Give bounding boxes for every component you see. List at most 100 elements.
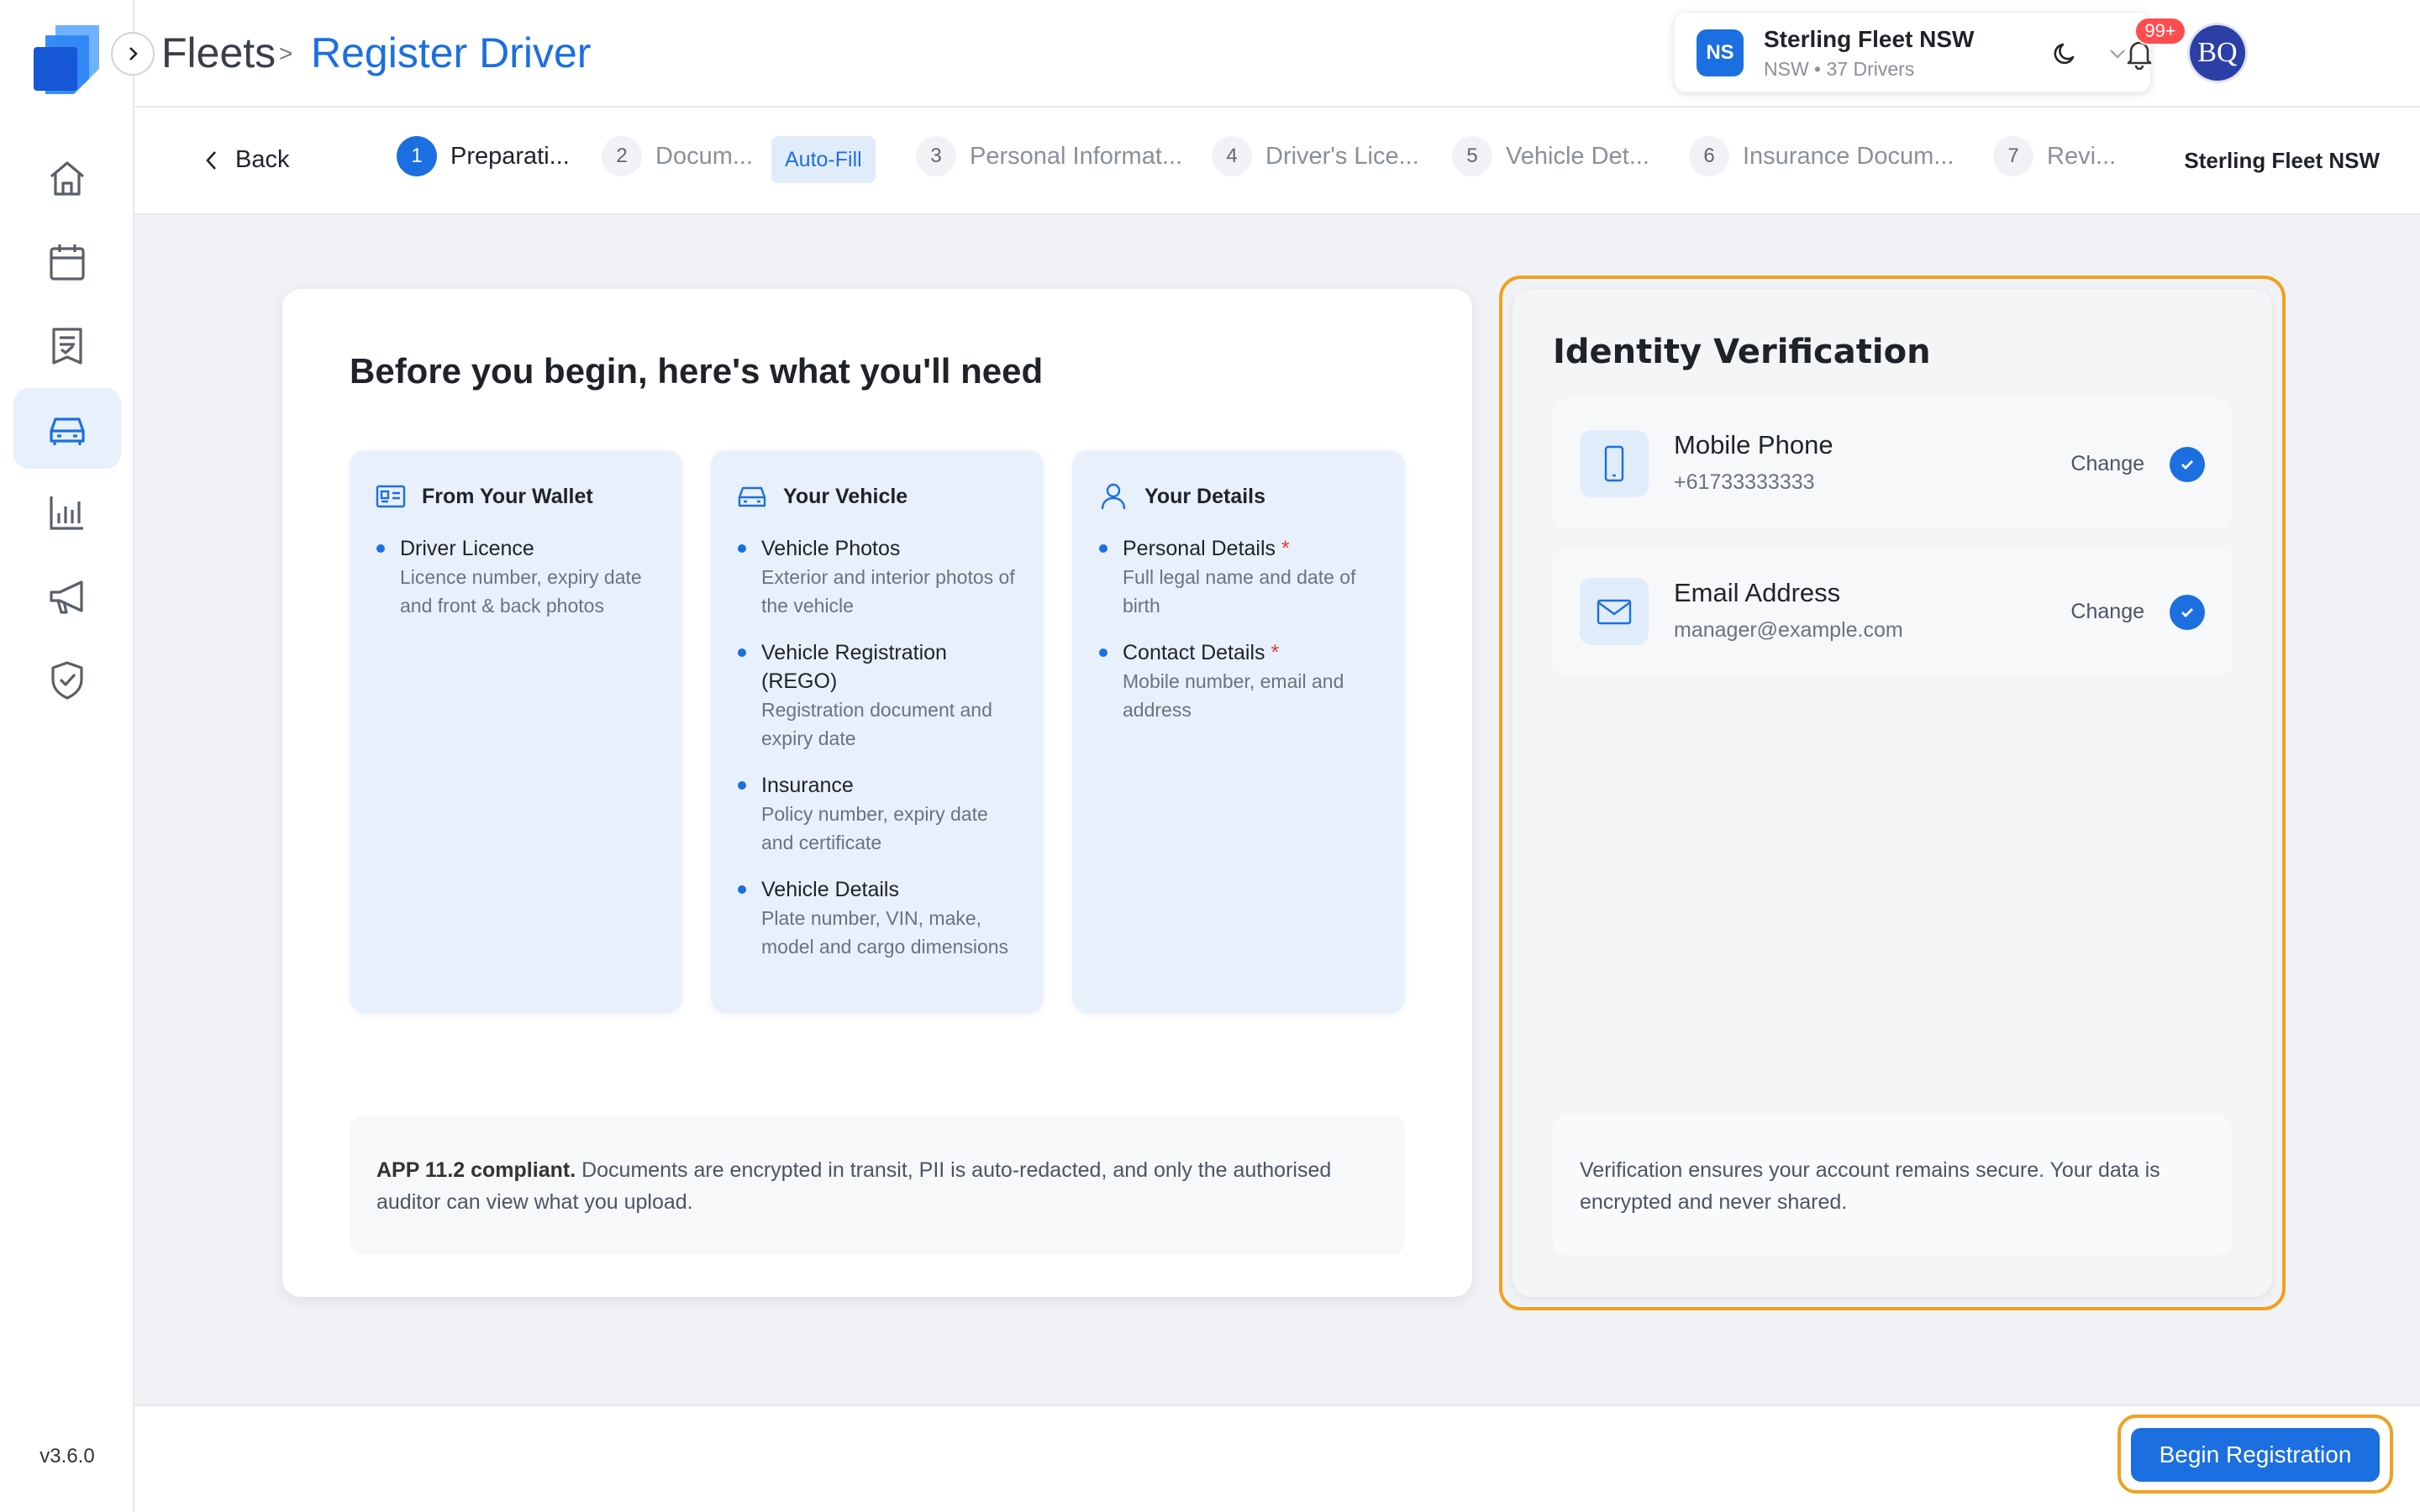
check-icon (2170, 595, 2205, 630)
org-name: Sterling Fleet NSW (1764, 26, 1975, 52)
list-item: Vehicle Details Plate number, VIN, make,… (736, 875, 1018, 961)
requirements-details: Your Details Personal Details * Full leg… (1072, 450, 1405, 1013)
nav-home[interactable] (13, 138, 121, 218)
footer-bar (134, 1404, 2420, 1512)
column-heading-label: From Your Wallet (422, 484, 593, 508)
item-title: Vehicle Photos (761, 537, 901, 560)
theme-toggle-button[interactable] (2044, 32, 2087, 76)
item-description: Exterior and interior photos of the vehi… (761, 566, 1015, 617)
step-number: 4 (1212, 136, 1252, 176)
notifications-badge: 99+ (2134, 17, 2186, 45)
item-title: Vehicle Details (761, 878, 899, 901)
step-label: Docum... (655, 142, 754, 170)
step-documents[interactable]: 2 Docum... (602, 136, 753, 176)
phone-icon (1604, 445, 1624, 482)
verify-label: Email Address (1674, 578, 1841, 607)
item-description: Plate number, VIN, make, model and cargo… (761, 907, 1009, 958)
step-vehicle-details[interactable]: 5 Vehicle Det... (1452, 136, 1649, 176)
compliance-bold: APP 11.2 compliant. (376, 1158, 576, 1182)
breadcrumb-fleets[interactable]: Fleets (161, 29, 276, 77)
verify-value: +61733333333 (1674, 470, 1815, 494)
step-number: 3 (916, 136, 956, 176)
step-label: Revi... (2047, 142, 2117, 170)
autofill-button[interactable]: Auto-Fill (771, 136, 876, 183)
item-title: Insurance (761, 774, 854, 797)
nav-calendar[interactable] (13, 222, 121, 302)
step-label: Vehicle Det... (1506, 142, 1649, 170)
step-personal-information[interactable]: 3 Personal Informat... (916, 136, 1182, 176)
chevron-right-icon (129, 47, 138, 60)
identity-verification-card: Identity Verification Mobile Phone +6173… (1512, 289, 2272, 1297)
required-marker: * (1270, 641, 1280, 664)
step-label: Insurance Docum... (1743, 142, 1954, 170)
security-note: Verification ensures your account remain… (1553, 1116, 2232, 1255)
user-icon (1101, 483, 1126, 510)
item-title: Contact Details (1123, 641, 1265, 664)
step-label: Personal Informat... (970, 142, 1183, 170)
item-title: Driver Licence (400, 537, 534, 560)
list-item: Vehicle Photos Exterior and interior pho… (736, 534, 1018, 620)
verify-row-email: Email Address manager@example.com Change (1553, 546, 2232, 677)
step-review[interactable]: 7 Revi... (1993, 136, 2116, 176)
step-insurance-documents[interactable]: 6 Insurance Docum... (1689, 136, 1954, 176)
change-email-link[interactable]: Change (2070, 600, 2144, 624)
nav-reports[interactable] (13, 472, 121, 553)
check-icon (2170, 447, 2205, 482)
verify-row-phone: Mobile Phone +61733333333 Change (1553, 398, 2232, 529)
app-logo[interactable] (30, 22, 104, 94)
nav-vehicles[interactable] (13, 388, 121, 469)
list-item: Personal Details * Full legal name and d… (1097, 534, 1380, 620)
home-icon (50, 161, 85, 196)
page-title: Register Driver (311, 29, 592, 76)
nav-documents[interactable] (13, 306, 121, 386)
nav-compliance[interactable] (13, 640, 121, 721)
item-description: Policy number, expiry date and certifica… (761, 803, 988, 853)
column-heading: From Your Wallet (375, 480, 657, 512)
calendar-icon (50, 244, 85, 281)
requirements-card: Before you begin, here's what you'll nee… (282, 289, 1472, 1297)
moon-icon (2054, 43, 2075, 65)
nav-campaigns[interactable] (13, 556, 121, 637)
compliance-notice: APP 11.2 compliant. Documents are encryp… (350, 1116, 1405, 1255)
step-number: 6 (1689, 136, 1729, 176)
identity-title: Identity Verification (1553, 333, 1931, 371)
step-preparation[interactable]: 1 Preparati... (397, 136, 570, 176)
registration-steps: Back 1 Preparati... 2 Docum... Auto-Fill… (134, 108, 2420, 215)
verify-value: manager@example.com (1674, 618, 1903, 642)
item-description: Mobile number, email and address (1123, 670, 1344, 721)
step-label: Preparati... (450, 142, 570, 170)
item-description: Full legal name and date of birth (1123, 566, 1356, 617)
verify-label: Mobile Phone (1674, 430, 1833, 459)
step-number: 1 (397, 136, 437, 176)
back-label: Back (235, 146, 290, 173)
step-number: 5 (1452, 136, 1492, 176)
chevron-left-icon (206, 150, 216, 170)
bar-chart-icon (50, 496, 83, 530)
verify-icon-box (1580, 578, 1649, 645)
shield-check-icon (51, 661, 83, 700)
id-card-icon (376, 485, 406, 508)
column-heading-label: Your Details (1144, 484, 1266, 508)
item-description: Licence number, expiry date and front & … (400, 566, 642, 617)
requirements-vehicle: Your Vehicle Vehicle Photos Exterior and… (711, 450, 1044, 1013)
user-avatar[interactable]: BQ (2190, 25, 2245, 81)
verify-icon-box (1580, 430, 1649, 497)
step-label: Driver's Lice... (1265, 142, 1419, 170)
app-version: v3.6.0 (39, 1445, 95, 1467)
step-number: 7 (1993, 136, 2033, 176)
megaphone-icon (50, 580, 83, 614)
back-button[interactable]: Back (203, 146, 289, 174)
list-item: Insurance Policy number, expiry date and… (736, 771, 1018, 857)
column-heading-label: Your Vehicle (783, 484, 908, 508)
sidebar-expand-button[interactable] (111, 32, 155, 76)
change-phone-link[interactable]: Change (2070, 452, 2144, 476)
sidebar: v3.6.0 (0, 0, 134, 1512)
org-subtitle: NSW • 37 Drivers (1764, 58, 1915, 80)
breadcrumb-separator: > (279, 40, 293, 66)
column-heading: Your Vehicle (736, 480, 1018, 512)
step-number: 2 (602, 136, 642, 176)
step-drivers-licence[interactable]: 4 Driver's Lice... (1212, 136, 1419, 176)
steps-org-label: Sterling Fleet NSW (2184, 148, 2380, 173)
requirements-title: Before you begin, here's what you'll nee… (350, 351, 1044, 391)
begin-registration-button[interactable]: Begin Registration (2131, 1428, 2380, 1482)
